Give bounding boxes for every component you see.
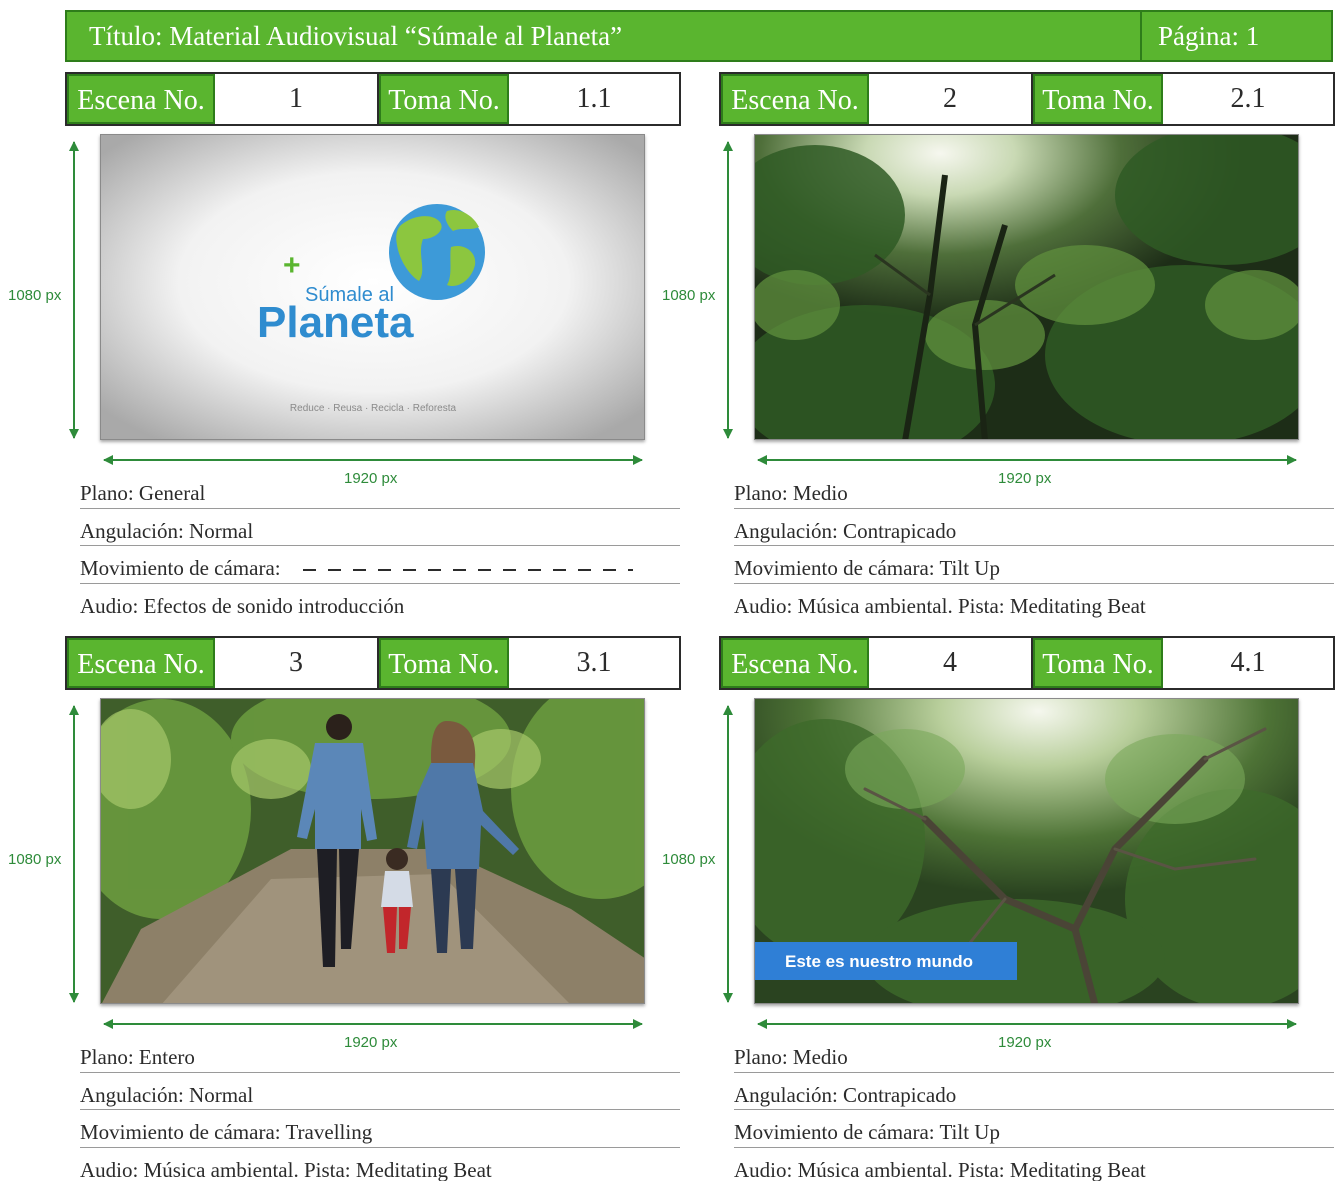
shot-angle: Angulación: Normal: [80, 519, 254, 543]
shot-angle: Angulación: Contrapicado: [734, 1083, 957, 1107]
shot-angle: Angulación: Normal: [80, 1083, 254, 1107]
take-number: 2.1: [1163, 74, 1333, 124]
take-label: Toma No.: [1033, 74, 1163, 124]
scene-number: 1: [215, 74, 379, 124]
camera-movement: Movimiento de cámara: Tilt Up: [734, 556, 1000, 580]
storyboard-title: Título: Material Audiovisual “Súmale al …: [89, 21, 623, 51]
shot-plane: Plano: Entero: [80, 1045, 195, 1069]
height-label: 1080 px: [662, 851, 716, 868]
scene-label: Escena No.: [67, 638, 215, 688]
shot-angle: Angulación: Contrapicado: [734, 519, 957, 543]
audio-info: Audio: Música ambiental. Pista: Meditati…: [734, 1158, 1146, 1181]
scene-panel-2: Escena No. 2 Toma No. 2.1 1080 px 1920 p…: [654, 72, 1335, 642]
audio-info: Audio: Efectos de sonido introducción: [80, 594, 405, 618]
divider: [734, 1109, 1334, 1110]
audio-info: Audio: Música ambiental. Pista: Meditati…: [734, 594, 1146, 618]
divider: [734, 508, 1334, 509]
take-label: Toma No.: [379, 638, 509, 688]
divider: [80, 1147, 680, 1148]
scene-panel-4: Escena No. 4 Toma No. 4.1 Este es nuestr…: [654, 636, 1335, 1181]
scene-number: 4: [869, 638, 1033, 688]
logo-slogan: Reduce · Reusa · Recicla · Reforesta: [290, 403, 457, 414]
camera-movement: Movimiento de cámara: Travelling: [80, 1120, 373, 1144]
take-number: 4.1: [1163, 638, 1333, 688]
take-label: Toma No.: [1033, 638, 1163, 688]
scene-frame-logo: + Súmale al Planeta Reduce · Reusa · Rec…: [100, 134, 645, 440]
height-arrow: [723, 141, 733, 439]
height-label: 1080 px: [8, 287, 62, 304]
width-arrow: [757, 1019, 1297, 1029]
shot-plane: Plano: General: [80, 481, 206, 505]
page-number: Página: 1: [1140, 12, 1331, 60]
height-arrow: [723, 705, 733, 1003]
scene-frame-family: [100, 698, 645, 1004]
width-arrow: [103, 455, 643, 465]
camera-movement: Movimiento de cámara:: [80, 556, 680, 581]
height-label: 1080 px: [662, 287, 716, 304]
empty-value-dashes: [302, 569, 633, 572]
camera-movement-label: Movimiento de cámara:: [80, 556, 281, 580]
camera-movement: Movimiento de cámara: Tilt Up: [734, 1120, 1000, 1144]
divider: [734, 1072, 1334, 1073]
height-label: 1080 px: [8, 851, 62, 868]
globe-icon: [389, 204, 485, 300]
scene-label: Escena No.: [721, 638, 869, 688]
divider: [734, 545, 1334, 546]
audio-info: Audio: Música ambiental. Pista: Meditati…: [80, 1158, 492, 1181]
scene-number: 2: [869, 74, 1033, 124]
divider: [734, 583, 1334, 584]
scene-frame-branches: Este es nuestro mundo: [754, 698, 1299, 1004]
scene-panel-1: Escena No. 1 Toma No. 1.1 + Súmale al Pl…: [0, 72, 681, 642]
divider: [80, 583, 680, 584]
scene-header: Escena No. 3 Toma No. 3.1: [65, 636, 681, 690]
take-label: Toma No.: [379, 74, 509, 124]
divider: [80, 1109, 680, 1110]
scene-panel-3: Escena No. 3 Toma No. 3.1 1080 px 1920 p…: [0, 636, 681, 1181]
scene-header: Escena No. 4 Toma No. 4.1: [719, 636, 1335, 690]
storyboard-header: Título: Material Audiovisual “Súmale al …: [65, 10, 1333, 62]
height-arrow: [69, 705, 79, 1003]
shot-plane: Plano: Medio: [734, 1045, 848, 1069]
height-arrow: [69, 141, 79, 439]
caption-text: Este es nuestro mundo: [785, 952, 973, 971]
scene-label: Escena No.: [67, 74, 215, 124]
width-arrow: [103, 1019, 643, 1029]
scene-frame-forest: [754, 134, 1299, 440]
divider: [80, 1072, 680, 1073]
divider: [734, 1147, 1334, 1148]
scene-header: Escena No. 2 Toma No. 2.1: [719, 72, 1335, 126]
scene-number: 3: [215, 638, 379, 688]
shot-plane: Plano: Medio: [734, 481, 848, 505]
scene-label: Escena No.: [721, 74, 869, 124]
divider: [80, 545, 680, 546]
logo-wordmark: Planeta: [257, 298, 414, 347]
logo-plus-icon: +: [283, 249, 301, 282]
scene-header: Escena No. 1 Toma No. 1.1: [65, 72, 681, 126]
divider: [80, 508, 680, 509]
width-arrow: [757, 455, 1297, 465]
